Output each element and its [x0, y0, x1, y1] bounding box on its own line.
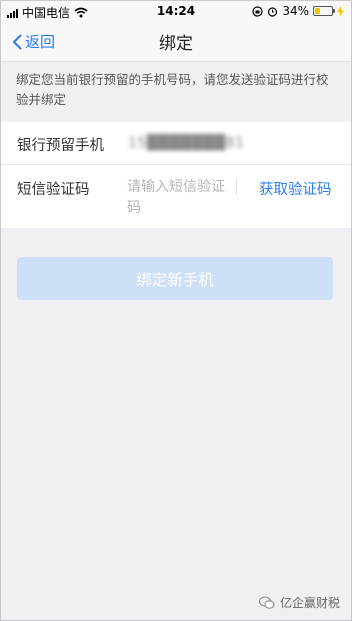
watermark-text: 亿企赢财税: [279, 596, 340, 610]
code-label: 短信验证码: [17, 182, 90, 198]
status-bar-right: 34%: [252, 4, 344, 18]
status-bar: 中国电信 14:24 34%: [0, 0, 352, 22]
phone-label: 银行预留手机: [17, 138, 104, 154]
battery-fill: [315, 8, 320, 14]
bind-form: 银行预留手机 15███████81 短信验证码 获取验证码: [0, 122, 352, 228]
charging-icon: [337, 5, 344, 17]
watermark: 亿企赢财税: [258, 594, 340, 611]
rotation-lock-icon: [252, 5, 263, 17]
phone-row: 银行预留手机 15███████81: [0, 122, 352, 165]
nav-bar: 返回 绑定: [0, 22, 352, 62]
wechat-icon: [258, 595, 275, 609]
battery-icon: [313, 6, 335, 16]
battery-percent: 34%: [282, 4, 309, 18]
code-divider: [236, 179, 237, 195]
code-input[interactable]: [127, 177, 227, 219]
bind-notice: 绑定您当前银行预留的手机号码，请您发送验证码进行校验并绑定: [16, 72, 329, 107]
page-title: 绑定: [159, 34, 193, 54]
phone-value: 15███████81: [128, 135, 245, 151]
get-code-button[interactable]: 获取验证码: [259, 178, 332, 199]
code-row: 短信验证码 获取验证码: [0, 165, 352, 228]
bind-new-phone-button[interactable]: 绑定新手机: [17, 257, 333, 300]
alarm-icon: [268, 6, 278, 17]
